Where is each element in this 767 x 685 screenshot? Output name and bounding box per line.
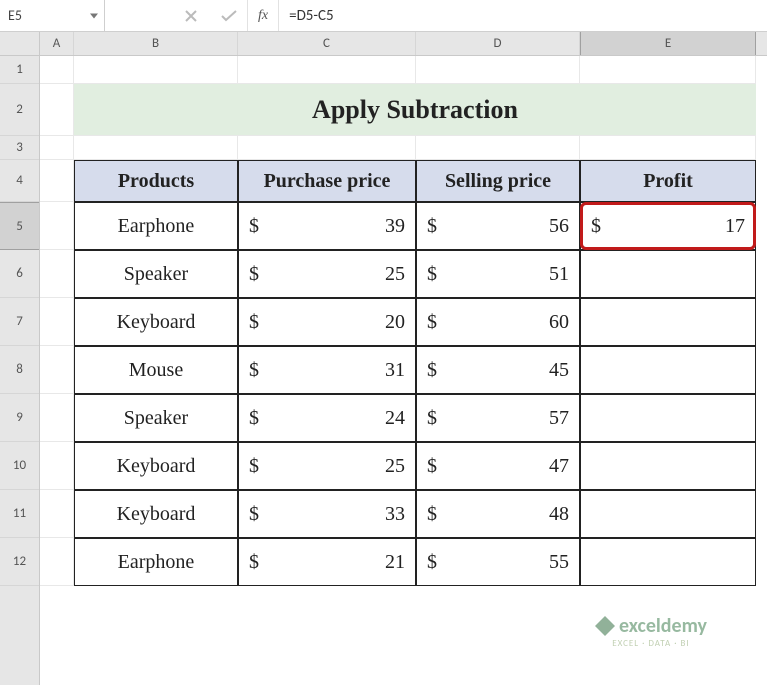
select-all-corner[interactable] [0,32,39,56]
cell-profit[interactable] [580,394,756,442]
cell-product[interactable]: Keyboard [74,490,238,538]
cell-e3[interactable] [580,136,756,160]
table-row: Keyboard$33$48 [40,490,767,538]
check-icon[interactable] [221,10,237,22]
cell-a2[interactable] [40,84,74,136]
row-headers: 1 2 3 4 5 6 7 8 9 10 11 12 [0,32,40,685]
cell-product[interactable]: Speaker [74,250,238,298]
cell-d3[interactable] [416,136,580,160]
formula-bar: E5 fx =D5-C5 [0,0,767,32]
cell-a4[interactable] [40,160,74,202]
cell-purchase[interactable]: $39 [238,202,416,250]
table-row: Keyboard$20$60 [40,298,767,346]
row-header-11[interactable]: 11 [0,490,39,538]
header-products[interactable]: Products [74,160,238,202]
cell-purchase[interactable]: $24 [238,394,416,442]
header-profit[interactable]: Profit [580,160,756,202]
cell-d1[interactable] [416,56,580,84]
cell-product[interactable]: Keyboard [74,298,238,346]
row-header-5[interactable]: 5 [0,202,39,250]
logo-icon [595,616,615,636]
grid: A B C D E Apply Subtraction [40,32,767,685]
table-row: Mouse$31$45 [40,346,767,394]
cancel-icon[interactable] [185,10,197,22]
cell-product[interactable]: Earphone [74,202,238,250]
cell-product[interactable]: Earphone [74,538,238,586]
col-header-c[interactable]: C [238,32,416,55]
header-purchase[interactable]: Purchase price [238,160,416,202]
cell-profit[interactable] [580,298,756,346]
cell-selling[interactable]: $55 [416,538,580,586]
table-row: Earphone$39$56$17 [40,202,767,250]
table-row: Speaker$24$57 [40,394,767,442]
col-header-d[interactable]: D [416,32,580,55]
cell-purchase[interactable]: $25 [238,442,416,490]
cell-b1[interactable] [74,56,238,84]
row-header-1[interactable]: 1 [0,56,39,84]
watermark-tag: EXCEL · DATA · BI [612,638,689,649]
cell-a1[interactable] [40,56,74,84]
row-header-3[interactable]: 3 [0,136,39,160]
cell-purchase[interactable]: $21 [238,538,416,586]
cell-profit[interactable] [580,538,756,586]
cell-selling[interactable]: $51 [416,250,580,298]
title-cell[interactable]: Apply Subtraction [74,84,756,136]
cell-purchase[interactable]: $20 [238,298,416,346]
cell-purchase[interactable]: $31 [238,346,416,394]
name-box-value: E5 [8,7,22,24]
fx-label[interactable]: fx [247,0,279,31]
col-header-a[interactable]: A [40,32,74,55]
row-header-2[interactable]: 2 [0,84,39,136]
watermark-brand: exceldemy [619,614,707,638]
cell-profit[interactable] [580,442,756,490]
table-row: Earphone$21$55 [40,538,767,586]
cell-a3[interactable] [40,136,74,160]
name-box[interactable]: E5 [0,0,105,31]
cell-a5[interactable] [40,202,74,250]
cell-b3[interactable] [74,136,238,160]
col-header-b[interactable]: B [74,32,238,55]
cell-selling[interactable]: $47 [416,442,580,490]
cell-selling[interactable]: $57 [416,394,580,442]
cell-selling[interactable]: $56 [416,202,580,250]
row-header-4[interactable]: 4 [0,160,39,202]
cell-a8[interactable] [40,346,74,394]
header-selling[interactable]: Selling price [416,160,580,202]
cell-profit[interactable] [580,346,756,394]
column-headers: A B C D E [40,32,767,56]
cell-a7[interactable] [40,298,74,346]
cell-e1[interactable] [580,56,756,84]
row-header-7[interactable]: 7 [0,298,39,346]
cell-profit[interactable] [580,250,756,298]
cell-a10[interactable] [40,442,74,490]
cell-c1[interactable] [238,56,416,84]
cell-product[interactable]: Mouse [74,346,238,394]
cell-a9[interactable] [40,394,74,442]
cell-selling[interactable]: $45 [416,346,580,394]
cell-c3[interactable] [238,136,416,160]
row-header-9[interactable]: 9 [0,394,39,442]
chevron-down-icon[interactable] [90,13,98,18]
row-header-10[interactable]: 10 [0,442,39,490]
cell-purchase[interactable]: $33 [238,490,416,538]
cell-selling[interactable]: $60 [416,298,580,346]
table-row: Speaker$25$51 [40,250,767,298]
row-header-8[interactable]: 8 [0,346,39,394]
cell-a6[interactable] [40,250,74,298]
cell-purchase[interactable]: $25 [238,250,416,298]
formula-input[interactable]: =D5-C5 [279,7,344,25]
col-header-e[interactable]: E [580,32,756,55]
cell-profit[interactable] [580,490,756,538]
table-row: Keyboard$25$47 [40,442,767,490]
row-header-6[interactable]: 6 [0,250,39,298]
formula-bar-icons [175,10,247,22]
watermark: exceldemy EXCEL · DATA · BI [595,614,707,649]
row-header-12[interactable]: 12 [0,538,39,586]
cell-product[interactable]: Keyboard [74,442,238,490]
cell-a12[interactable] [40,538,74,586]
cell-selling[interactable]: $48 [416,490,580,538]
cell-a11[interactable] [40,490,74,538]
cell-product[interactable]: Speaker [74,394,238,442]
cell-profit[interactable]: $17 [580,202,756,250]
